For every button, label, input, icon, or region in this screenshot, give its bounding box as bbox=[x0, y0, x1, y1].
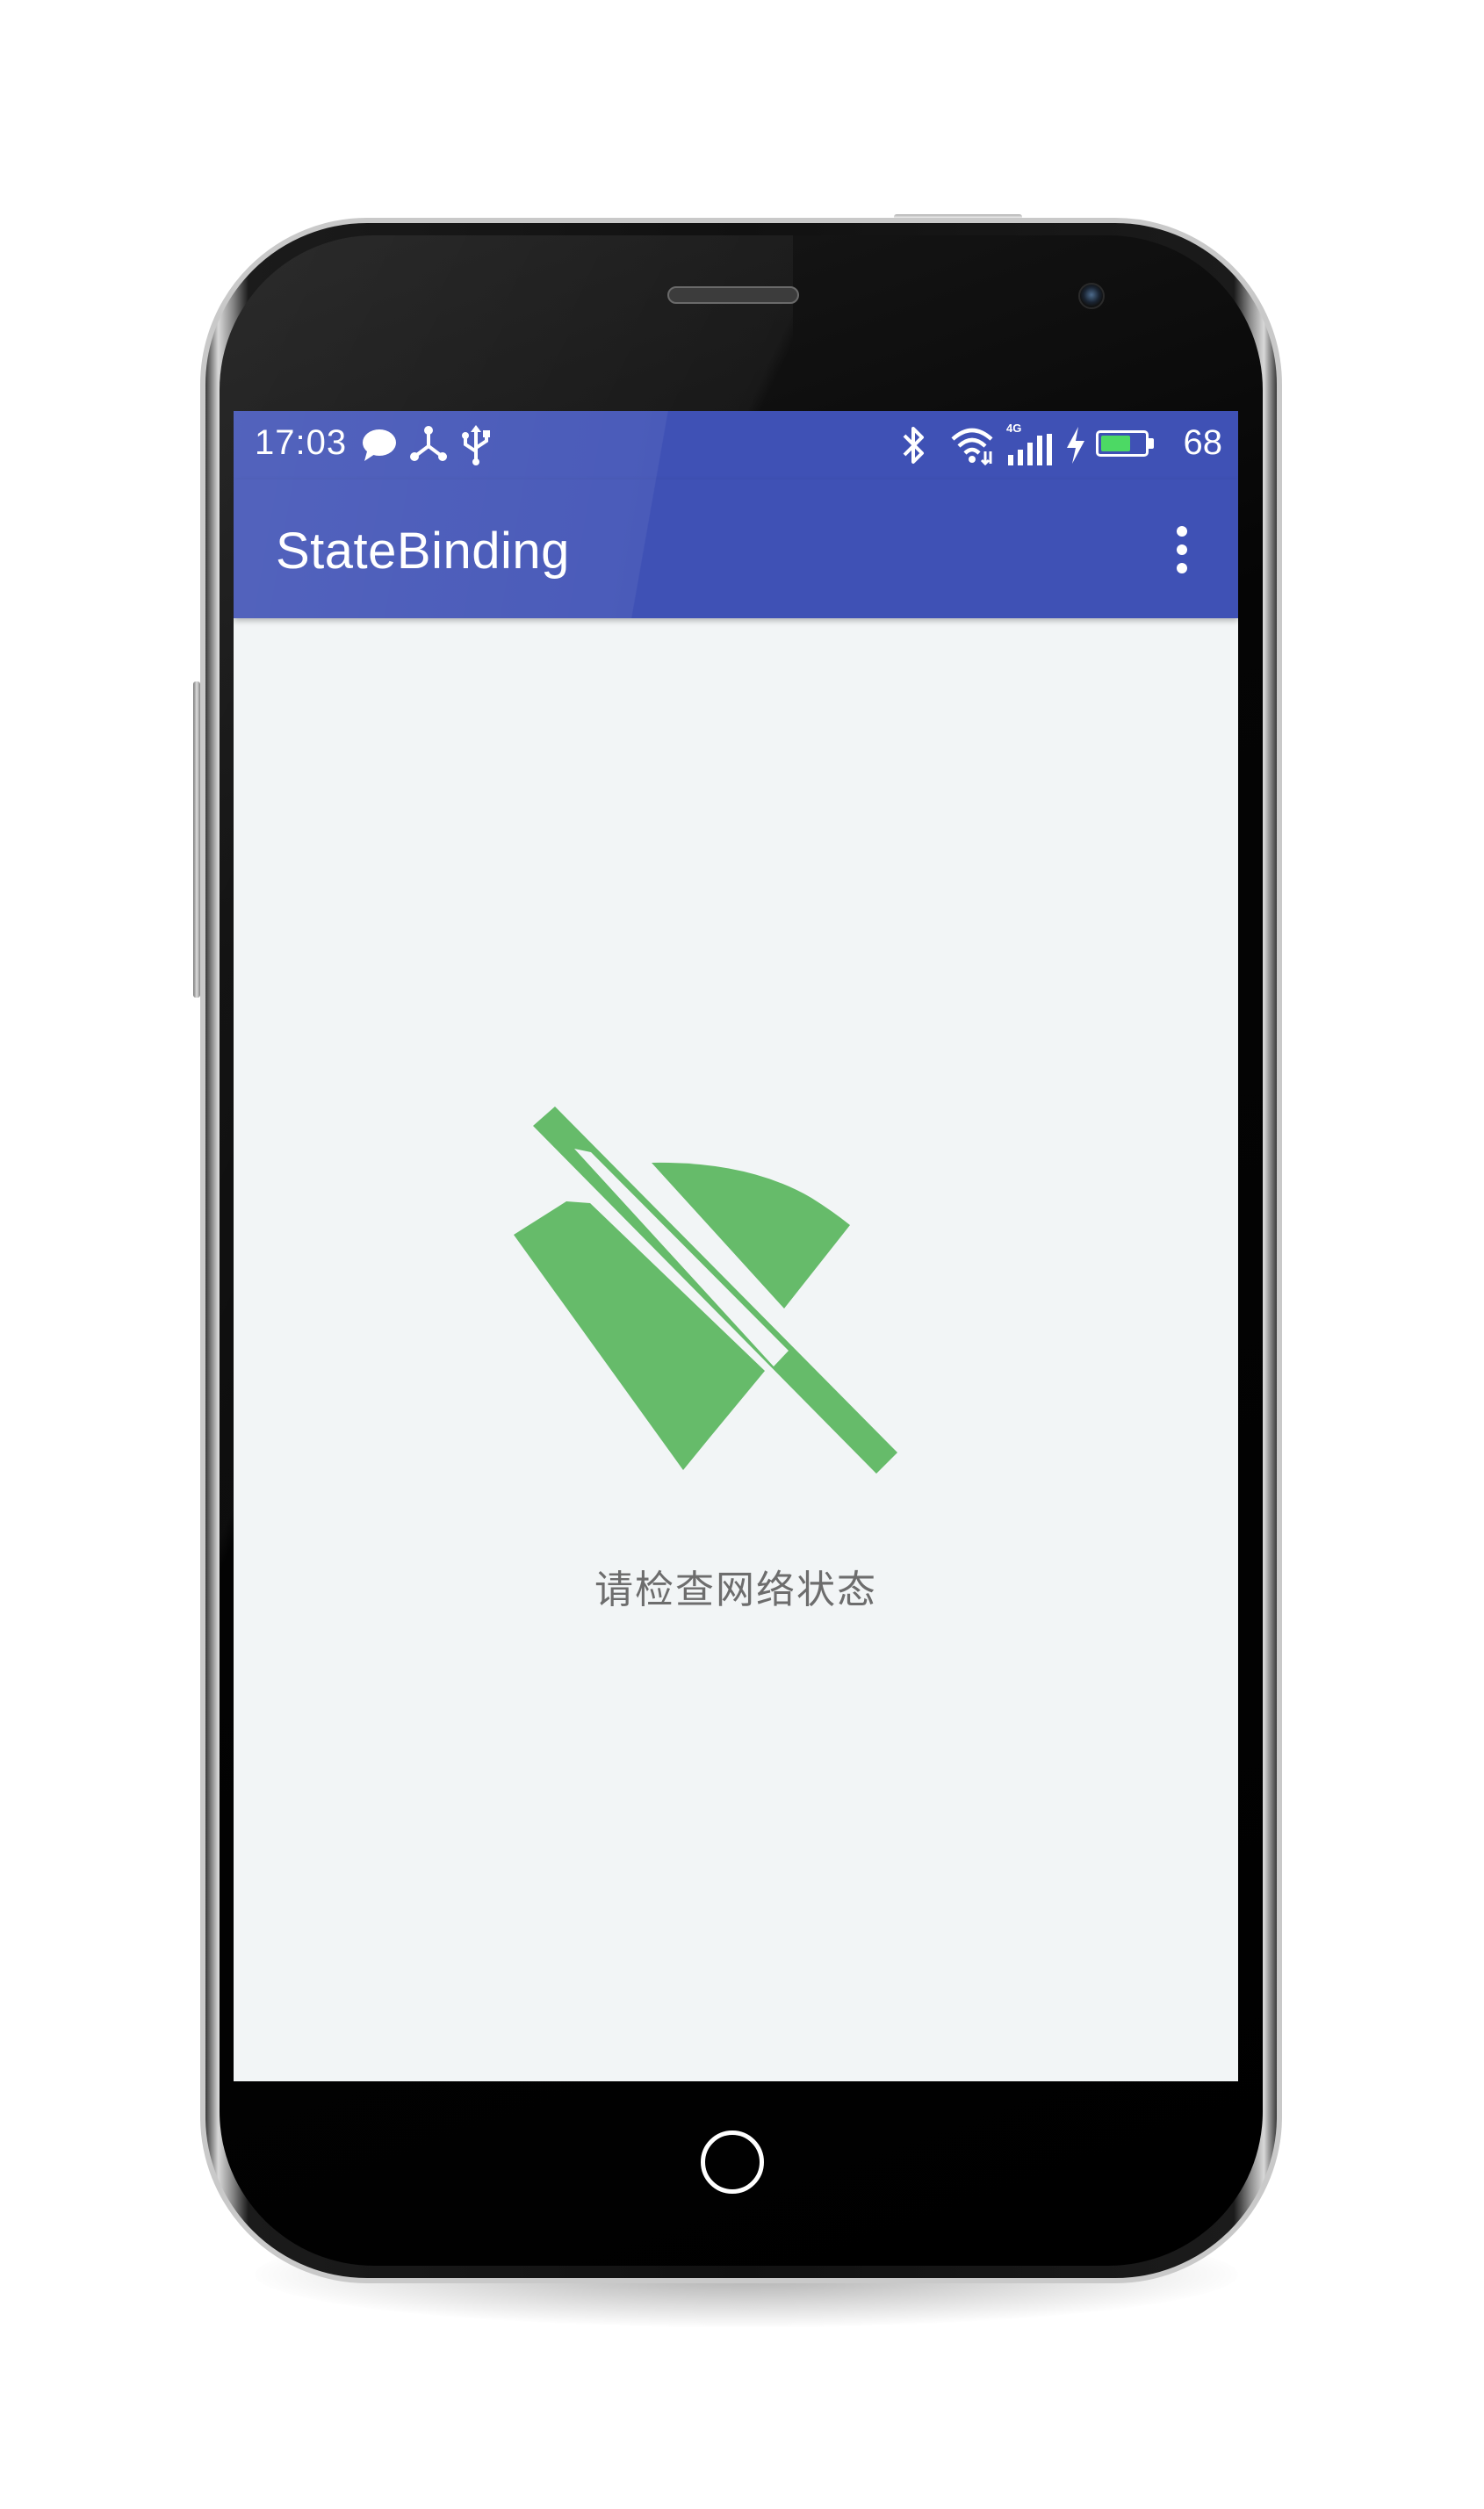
bluetooth-icon bbox=[903, 427, 924, 464]
front-camera bbox=[1078, 283, 1105, 309]
status-time: 17:03 bbox=[255, 423, 348, 462]
app-bar: StateBinding bbox=[234, 479, 1238, 618]
battery-percent: 68 bbox=[1183, 423, 1223, 462]
charging-bolt-icon bbox=[1067, 427, 1084, 464]
app-title: StateBinding bbox=[276, 523, 570, 580]
home-circle-icon[interactable] bbox=[701, 2130, 764, 2194]
screen: 17:03 4G 68 StateBinding 请检查网络状态 bbox=[234, 411, 1238, 2081]
earpiece-speaker bbox=[667, 286, 799, 304]
message-bubble-icon bbox=[363, 429, 396, 461]
volume-button bbox=[193, 681, 200, 998]
status-bar: 17:03 4G 68 bbox=[234, 411, 1238, 479]
share-node-icon bbox=[410, 426, 447, 461]
battery-fill bbox=[1101, 436, 1130, 451]
usb-icon bbox=[462, 425, 490, 465]
wifi-icon bbox=[951, 428, 993, 465]
network-type: 4G bbox=[1006, 422, 1022, 435]
state-message: 请检查网络状态 bbox=[594, 1568, 877, 1612]
more-vert-icon[interactable] bbox=[1161, 515, 1203, 585]
signal-4g-icon: 4G bbox=[1006, 422, 1055, 467]
battery-icon bbox=[1096, 430, 1157, 458]
wifi-off-icon bbox=[514, 1107, 897, 1474]
